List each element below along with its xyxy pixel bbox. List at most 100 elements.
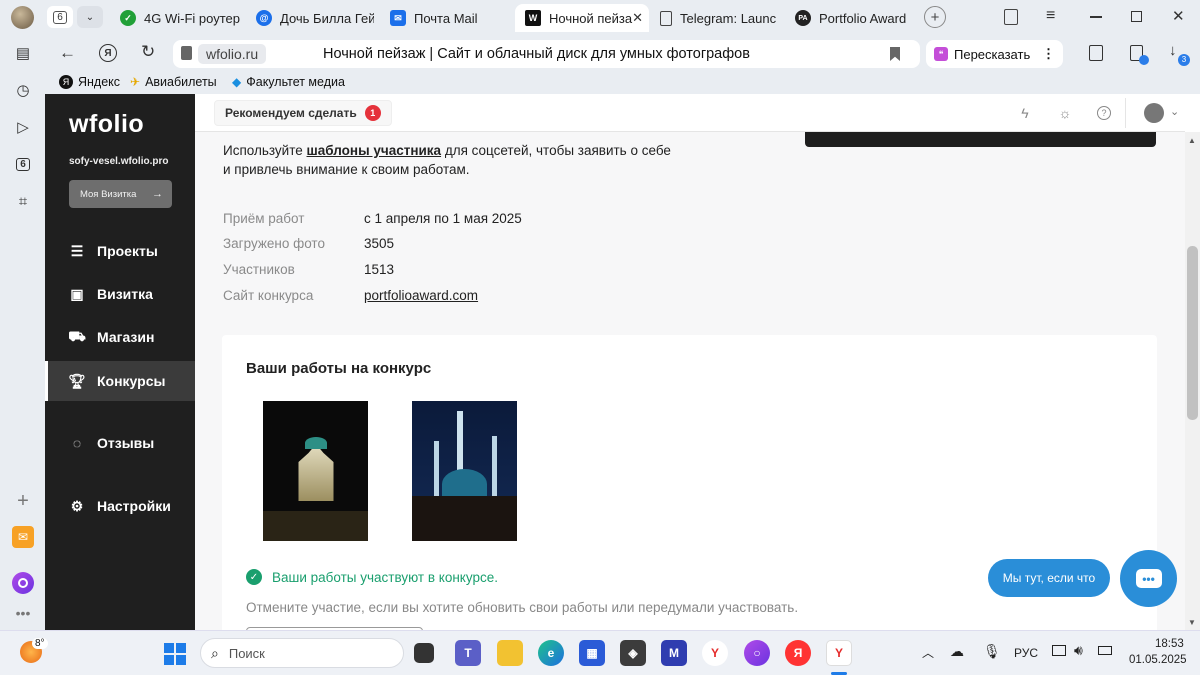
yandex-mail-icon[interactable]: ✉ <box>12 526 34 548</box>
scrollbar-thumb[interactable] <box>1187 246 1198 420</box>
app-m-icon[interactable]: M <box>661 640 687 666</box>
bookmark-media-faculty[interactable]: ◆ Факультет медиа <box>232 75 345 89</box>
tray-volume-icon[interactable]: 🔊︎ <box>1074 642 1083 659</box>
tray-microphone-icon[interactable]: 🎙︎ <box>983 643 1001 660</box>
tab-router[interactable]: ✓ 4G Wi-Fi роутер <box>120 4 240 32</box>
tray-language[interactable]: РУС <box>1014 646 1038 660</box>
tab-label: Почта Mail <box>414 10 478 26</box>
wfolio-logo[interactable]: wfolio <box>69 110 144 139</box>
retell-label: Пересказать <box>954 46 1031 62</box>
page-scrollbar[interactable]: ▲ ▼ <box>1185 132 1200 630</box>
tray-cloud-icon[interactable]: ☁ <box>950 643 964 660</box>
task-view-icon[interactable] <box>414 643 434 663</box>
participant-templates-link[interactable]: шаблоны участника <box>307 143 442 158</box>
tab-counter-button[interactable]: 6 <box>47 6 73 28</box>
page-title-in-url: Ночной пейзаж | Сайт и облачный диск для… <box>323 46 750 62</box>
yandex-browser-active-icon[interactable]: Y <box>826 640 852 666</box>
recommend-button[interactable]: Рекомендуем сделать 1 <box>214 100 392 126</box>
sidebar-item-label: Настройки <box>97 498 171 514</box>
scroll-up-arrow-icon[interactable]: ▲ <box>1188 136 1196 145</box>
minimize-icon[interactable] <box>1090 16 1102 18</box>
scroll-down-arrow-icon[interactable]: ▼ <box>1188 618 1196 627</box>
browser-tab-bar: 6 ⌄ ✓ 4G Wi-Fi роутер @ Дочь Билла Гейт … <box>0 0 1200 36</box>
bookmark-yandex[interactable]: Я Яндекс <box>59 75 120 89</box>
edge-icon[interactable]: e <box>538 640 564 666</box>
store-icon[interactable]: ▦ <box>579 640 605 666</box>
sidebar-item-settings[interactable]: ⚙ Настройки <box>45 486 195 526</box>
profile-avatar[interactable] <box>11 6 34 29</box>
search-placeholder: Поиск <box>228 645 265 661</box>
add-panel-icon[interactable]: + <box>12 490 34 512</box>
more-dots-icon[interactable]: ••• <box>12 602 34 624</box>
tray-battery-icon[interactable] <box>1098 646 1112 655</box>
wfolio-sidebar: wfolio sofy-vesel.wfolio.pro Моя Визитка… <box>45 94 195 630</box>
tab-badge-icon[interactable]: 6 <box>12 153 34 175</box>
alice-assistant-icon[interactable] <box>12 572 34 594</box>
translate-shield-icon[interactable] <box>1130 45 1149 65</box>
downloads-icon[interactable]: ↓ <box>1169 42 1177 59</box>
tab-mail[interactable]: ✉ Почта Mail <box>390 4 508 32</box>
clock-time[interactable]: 18:53 <box>1155 638 1184 650</box>
user-avatar-icon[interactable] <box>1144 103 1164 123</box>
teams-icon[interactable]: T <box>455 640 481 666</box>
history-clock-icon[interactable]: ◷ <box>12 79 34 101</box>
clock-date[interactable]: 01.05.2025 <box>1129 654 1187 666</box>
video-play-icon[interactable]: ▷ <box>12 116 34 138</box>
close-window-icon[interactable]: ✕ <box>1172 7 1185 25</box>
tab-list-chevron-icon[interactable]: ⌄ <box>77 6 103 28</box>
tab-portfolio-award[interactable]: PA Portfolio Award <box>795 4 911 32</box>
back-arrow-icon[interactable]: ← <box>59 43 76 63</box>
id-card-icon: ▣ <box>70 285 84 302</box>
rail-tab-badge-label: 6 <box>16 157 30 171</box>
my-vizitka-button[interactable]: Моя Визитка → <box>69 180 172 208</box>
taskbar-search-input[interactable]: ⌕ Поиск <box>200 638 404 668</box>
chat-bubble[interactable]: Мы тут, если что <box>988 559 1110 597</box>
tab-telegram[interactable]: Telegram: Launc <box>660 4 778 32</box>
sidebar-item-contests[interactable]: 🏆︎ Конкурсы <box>45 361 195 401</box>
reload-icon[interactable]: ↻ <box>141 42 155 62</box>
contest-photo-mosque[interactable] <box>412 401 517 541</box>
contest-site-link[interactable]: portfolioaward.com <box>364 288 478 303</box>
bookmarks-panel-icon[interactable]: ▤ <box>12 42 34 64</box>
site-domain[interactable]: sofy-vesel.wfolio.pro <box>69 156 168 167</box>
tab-night-landscape[interactable]: W Ночной пейза ✕ <box>515 4 649 32</box>
more-vertical-icon[interactable]: ⋮ <box>1042 46 1055 62</box>
new-tab-plus-icon[interactable]: + <box>924 6 946 28</box>
sidebar-item-vizitka[interactable]: ▣ Визитка <box>45 274 195 314</box>
file-explorer-icon[interactable] <box>497 640 523 666</box>
chat-bubbles-icon: ◌ <box>72 435 82 451</box>
restore-icon[interactable] <box>1131 11 1142 22</box>
alice-icon[interactable]: ○ <box>744 640 770 666</box>
tray-display-icon[interactable] <box>1052 645 1066 656</box>
check-circle-icon: ✓ <box>246 569 262 585</box>
yandex-logo-icon[interactable]: Я <box>99 44 117 62</box>
collections-icon[interactable] <box>1004 9 1018 25</box>
app-top-bar: Рекомендуем сделать 1 ϟ ☼ ? ⌄ <box>195 94 1185 132</box>
chevron-down-icon[interactable]: ⌄ <box>1170 105 1179 118</box>
url-field[interactable]: wfolio.ru Ночной пейзаж | Сайт и облачны… <box>173 40 920 68</box>
contest-photo-cathedral[interactable] <box>263 401 368 541</box>
chat-open-button[interactable]: ••• <box>1120 550 1177 607</box>
sidebar-item-reviews[interactable]: ◌ Отзывы <box>45 423 195 463</box>
sidebar-item-shop[interactable]: ⛟ Магазин <box>45 317 195 357</box>
menu-icon[interactable]: ≡ <box>1046 7 1055 25</box>
close-tab-icon[interactable]: ✕ <box>632 10 643 26</box>
airplane-icon: ✈ <box>130 75 141 89</box>
lightning-icon[interactable]: ϟ <box>1015 103 1035 123</box>
start-windows-icon[interactable] <box>164 643 186 665</box>
yandex-app-icon[interactable]: Я <box>785 640 811 666</box>
help-question-icon[interactable]: ? <box>1094 103 1114 123</box>
yandex-browser-icon[interactable]: Y <box>702 640 728 666</box>
intro-text: Используйте шаблоны участника для соцсет… <box>223 141 671 179</box>
sidebar-item-projects[interactable]: ☰ Проекты <box>45 231 195 271</box>
tab-bill-gates[interactable]: @ Дочь Билла Гейт <box>256 4 374 32</box>
extensions-icon[interactable] <box>1089 45 1103 61</box>
bookmark-flag-icon[interactable] <box>890 47 900 61</box>
screenshot-camera-icon[interactable]: ⌗ <box>12 190 34 212</box>
lock-icon <box>181 46 192 60</box>
lightbulb-icon[interactable]: ☼ <box>1055 103 1075 123</box>
bookmark-avia[interactable]: ✈ Авиабилеты <box>130 75 217 89</box>
app-cube-icon[interactable]: ◈ <box>620 640 646 666</box>
retell-button[interactable]: ❝ Пересказать ⋮ <box>926 40 1063 68</box>
tray-chevron-up-icon[interactable]: ︿ <box>922 644 934 661</box>
